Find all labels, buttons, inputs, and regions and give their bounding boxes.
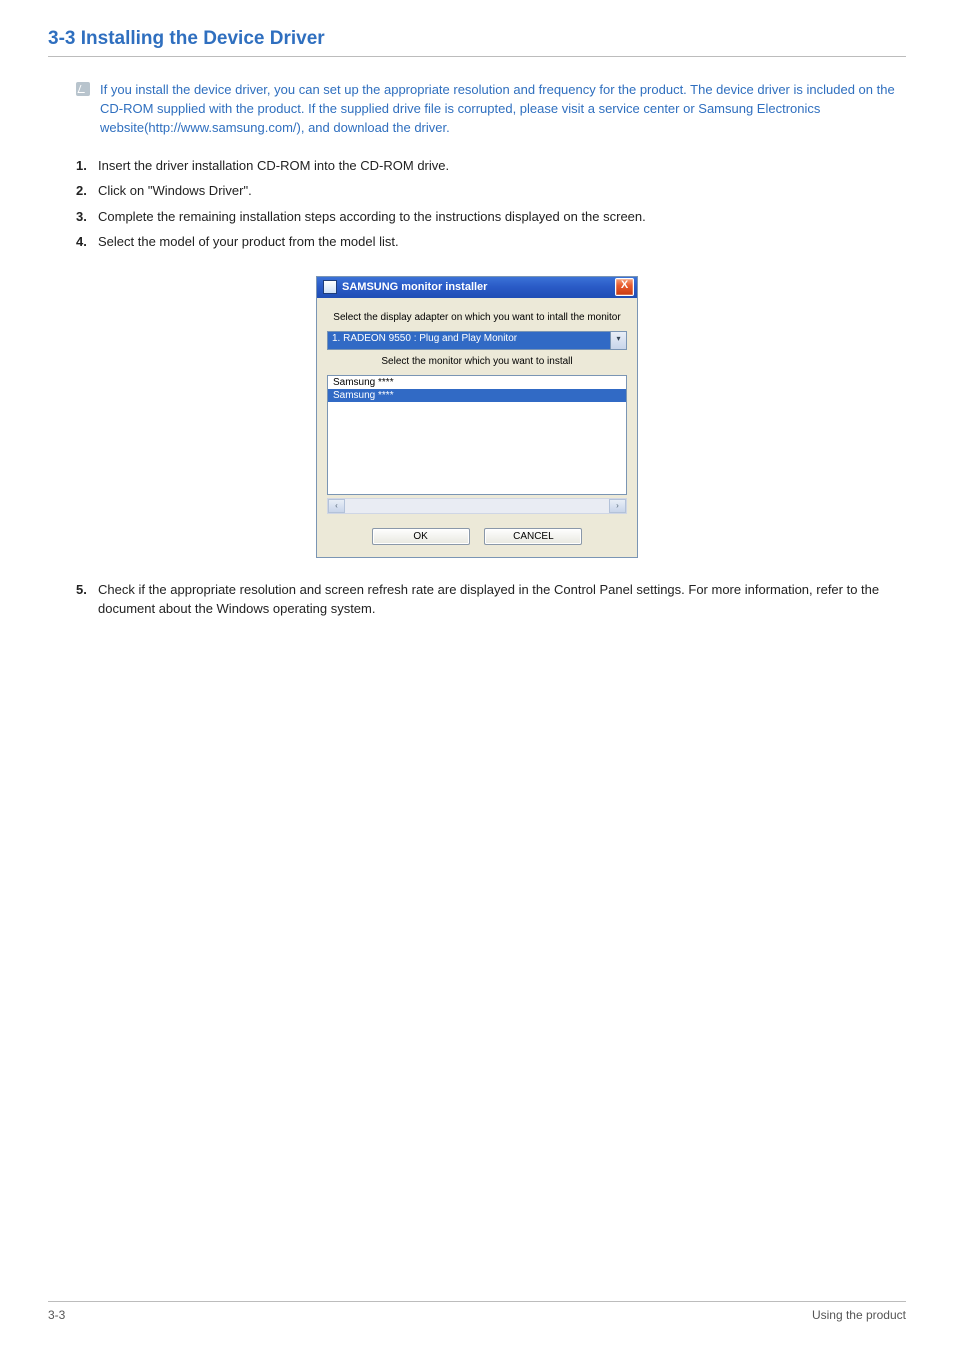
- monitor-listbox[interactable]: Samsung **** Samsung ****: [327, 375, 627, 495]
- adapter-label: Select the display adapter on which you …: [327, 312, 627, 323]
- adapter-combobox-value: 1. RADEON 9550 : Plug and Play Monitor: [328, 332, 610, 349]
- ok-button[interactable]: OK: [372, 528, 470, 545]
- page-footer: 3-3 Using the product: [48, 1301, 906, 1322]
- scroll-right-icon[interactable]: ›: [609, 499, 626, 513]
- app-icon: [323, 280, 337, 294]
- page-title: 3-3 Installing the Device Driver: [48, 28, 906, 57]
- titlebar: SAMSUNG monitor installer X: [317, 277, 637, 298]
- close-button[interactable]: X: [615, 278, 634, 296]
- list-item[interactable]: Samsung ****: [328, 376, 626, 389]
- note-text: If you install the device driver, you ca…: [100, 81, 906, 138]
- installer-dialog: SAMSUNG monitor installer X Select the d…: [316, 276, 638, 558]
- scroll-track[interactable]: [345, 499, 609, 513]
- note-block: If you install the device driver, you ca…: [76, 81, 906, 138]
- dialog-button-row: OK CANCEL: [327, 528, 627, 545]
- dialog-screenshot: SAMSUNG monitor installer X Select the d…: [48, 276, 906, 558]
- footer-page-number: 3-3: [48, 1308, 65, 1322]
- steps-list-continued: Check if the appropriate resolution and …: [76, 580, 906, 619]
- chevron-down-icon[interactable]: ▾: [610, 332, 626, 349]
- cancel-button[interactable]: CANCEL: [484, 528, 582, 545]
- steps-list: Insert the driver installation CD-ROM in…: [76, 156, 906, 252]
- note-icon: [76, 82, 90, 96]
- step-item: Insert the driver installation CD-ROM in…: [76, 156, 906, 176]
- scroll-left-icon[interactable]: ‹: [328, 499, 345, 513]
- list-item[interactable]: Samsung ****: [328, 389, 626, 402]
- step-item: Complete the remaining installation step…: [76, 207, 906, 227]
- dialog-title: SAMSUNG monitor installer: [342, 281, 615, 293]
- footer-section-title: Using the product: [812, 1308, 906, 1322]
- adapter-combobox[interactable]: 1. RADEON 9550 : Plug and Play Monitor ▾: [327, 331, 627, 350]
- step-item: Check if the appropriate resolution and …: [76, 580, 906, 619]
- dialog-body: Select the display adapter on which you …: [317, 298, 637, 557]
- step-item: Select the model of your product from th…: [76, 232, 906, 252]
- monitor-label: Select the monitor which you want to ins…: [327, 356, 627, 367]
- horizontal-scrollbar[interactable]: ‹ ›: [327, 498, 627, 514]
- page: 3-3 Installing the Device Driver If you …: [0, 0, 954, 1350]
- step-item: Click on "Windows Driver".: [76, 181, 906, 201]
